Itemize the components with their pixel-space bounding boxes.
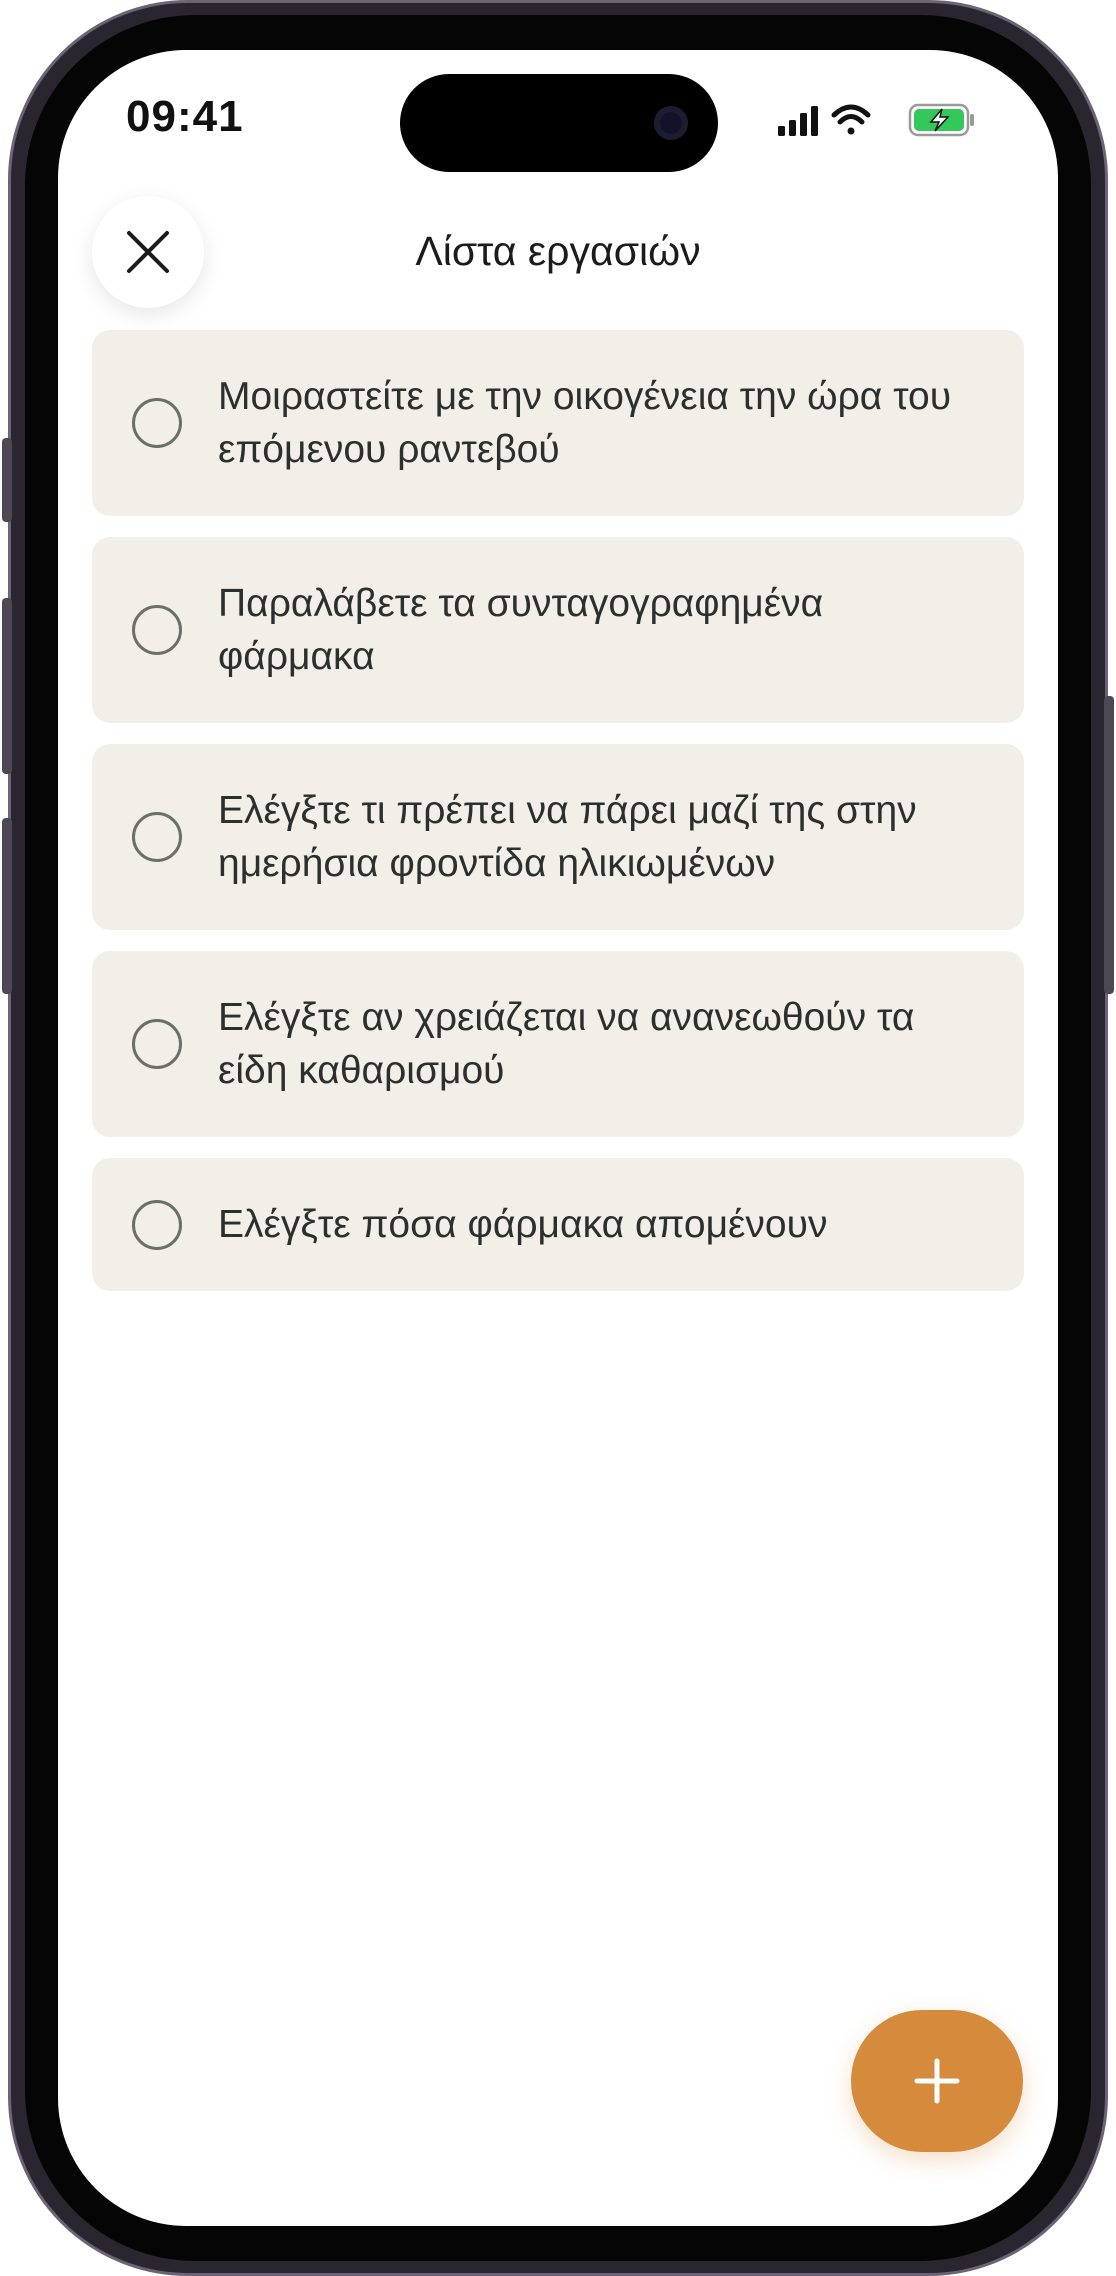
page-title: Λίστα εργασιών (415, 228, 701, 274)
task-text: Ελέγξτε αν χρειάζεται να ανανεωθούν τα ε… (218, 996, 915, 1092)
camera-icon (654, 106, 688, 140)
task-item[interactable]: Ελέγξτε αν χρειάζεται να ανανεωθούν τα ε… (92, 951, 1024, 1137)
task-checkbox[interactable] (132, 1199, 182, 1250)
task-text: Μοιραστείτε με την οικογένεια την ώρα το… (218, 375, 952, 471)
close-icon (127, 231, 169, 273)
task-checkbox[interactable] (132, 1019, 182, 1069)
status-time: 09:41 (126, 92, 244, 141)
task-text: Παραλάβετε τα συνταγογραφημένα φάρμακα (218, 582, 824, 678)
wifi-icon (831, 104, 871, 135)
task-checkbox[interactable] (132, 398, 182, 448)
task-item[interactable]: Μοιραστείτε με την οικογένεια την ώρα το… (92, 330, 1024, 516)
task-list: Μοιραστείτε με την οικογένεια την ώρα το… (92, 330, 1024, 1312)
task-checkbox[interactable] (132, 605, 182, 655)
add-task-button[interactable] (851, 2010, 1023, 2152)
task-item[interactable]: Ελέγξτε πόσα φάρμακα απομένουν (92, 1158, 1024, 1291)
status-icons (778, 103, 974, 137)
dynamic-island (400, 74, 718, 172)
task-text: Ελέγξτε πόσα φάρμακα απομένουν (218, 1203, 828, 1246)
plus-icon (914, 2058, 960, 2104)
volume-up-button (2, 598, 12, 774)
task-text: Ελέγξτε τι πρέπει να πάρει μαζί της στην… (218, 789, 917, 885)
close-button[interactable] (92, 196, 204, 308)
silent-switch (2, 438, 12, 522)
battery-charging-icon (908, 103, 974, 137)
task-item[interactable]: Ελέγξτε τι πρέπει να πάρει μαζί της στην… (92, 744, 1024, 930)
task-item[interactable]: Παραλάβετε τα συνταγογραφημένα φάρμακα (92, 537, 1024, 723)
cellular-signal-icon (778, 106, 818, 136)
power-button (1104, 696, 1114, 994)
task-checkbox[interactable] (132, 812, 182, 862)
volume-down-button (2, 818, 12, 994)
